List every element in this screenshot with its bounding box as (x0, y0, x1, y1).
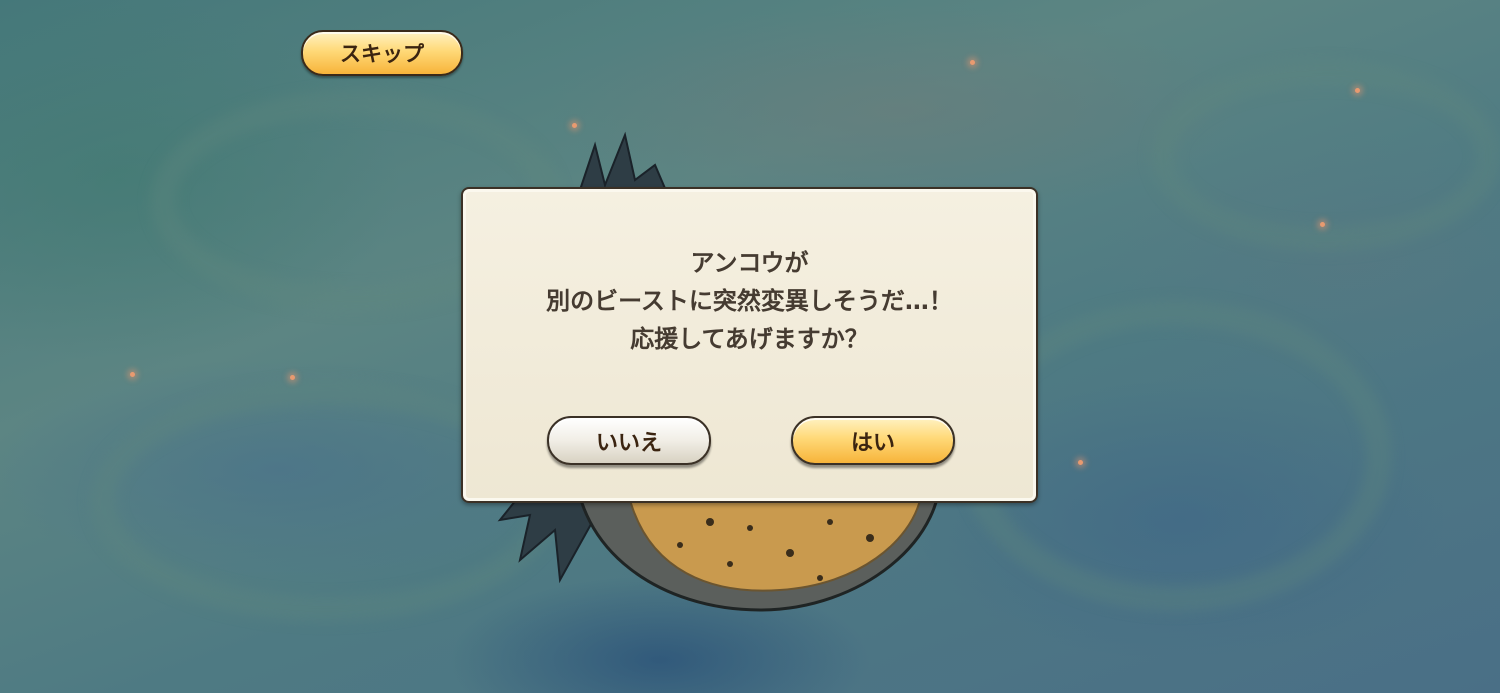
sparkle (1078, 460, 1083, 465)
yes-button[interactable]: はい (791, 416, 955, 465)
sparkle (1320, 222, 1325, 227)
no-button[interactable]: いいえ (547, 416, 711, 465)
sparkle (130, 372, 135, 377)
sparkle (970, 60, 975, 65)
sparkle (572, 123, 577, 128)
dialog-message-line: 応援してあげますか？ (630, 325, 869, 353)
mutation-confirm-dialog: アンコウが 別のビーストに突然変異しそうだ…！ 応援してあげますか？ いいえ は… (461, 187, 1038, 503)
sparkle (1355, 88, 1360, 93)
skip-button[interactable]: スキップ (301, 30, 463, 76)
background-swirl (1150, 60, 1500, 252)
dialog-message-line: 別のビーストに突然変異しそうだ…！ (546, 287, 953, 315)
sparkle (290, 375, 295, 380)
dialog-message-line: アンコウが (690, 249, 809, 277)
dialog-message: アンコウが 別のビーストに突然変異しそうだ…！ 応援してあげますか？ (463, 244, 1036, 358)
